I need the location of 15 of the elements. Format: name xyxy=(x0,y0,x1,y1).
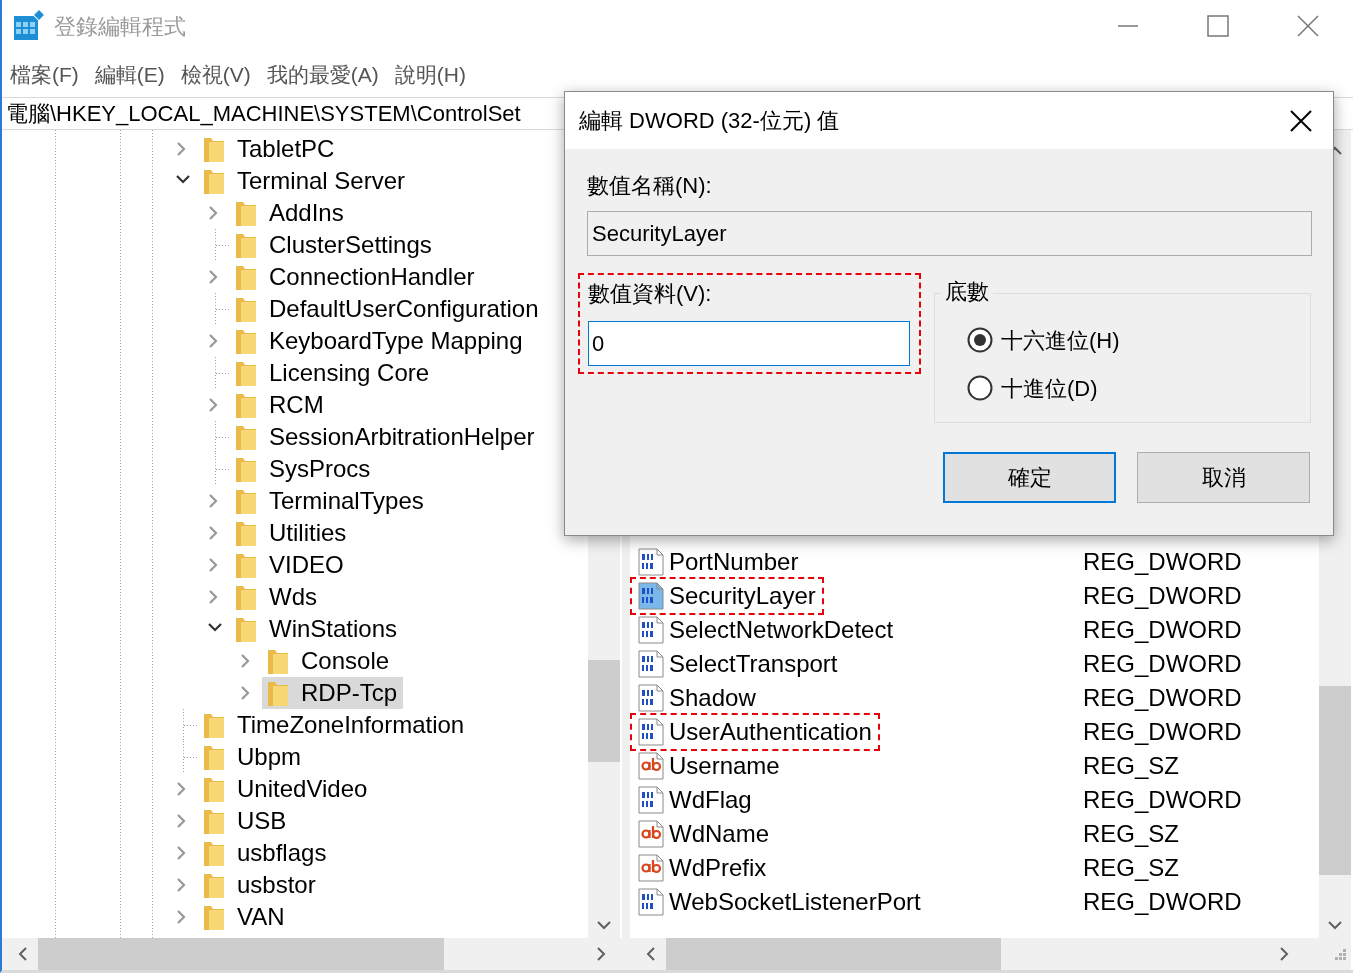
value-type: REG_DWORD xyxy=(1083,547,1243,577)
value-type: REG_SZ xyxy=(1083,819,1181,849)
value-type: REG_DWORD xyxy=(1083,683,1243,713)
value-type: REG_DWORD xyxy=(1083,581,1243,611)
window-title: 登錄編輯程式 xyxy=(54,12,186,41)
value-type: REG_SZ xyxy=(1083,751,1181,781)
value-type: REG_DWORD xyxy=(1083,615,1243,645)
value-type: REG_SZ xyxy=(1083,853,1181,883)
value-type: REG_DWORD xyxy=(1083,717,1243,747)
field-label: 數值名稱(N): xyxy=(587,172,713,200)
field-label: 數值資料(V): xyxy=(588,280,713,308)
value-type: REG_DWORD xyxy=(1083,649,1243,679)
value-type: REG_DWORD xyxy=(1083,785,1243,815)
dialog-title: 編輯 DWORD (32-位元) 值 xyxy=(579,107,840,135)
value-type: REG_DWORD xyxy=(1083,887,1243,917)
